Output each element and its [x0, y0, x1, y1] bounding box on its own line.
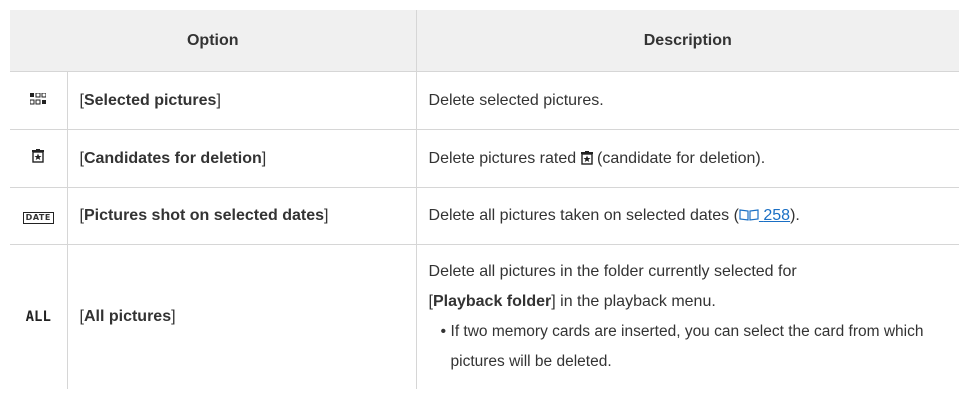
option-name: [Candidates for deletion]	[67, 129, 417, 188]
candidate-for-deletion-icon	[32, 148, 45, 163]
book-icon	[739, 209, 759, 221]
table-row: [Selected pictures] Delete selected pict…	[10, 71, 960, 130]
bullet-icon: •	[440, 323, 447, 340]
option-name: [All pictures]	[67, 244, 417, 389]
option-label: All pictures	[83, 308, 172, 325]
option-name: [Selected pictures]	[67, 71, 417, 130]
header-description: Description	[416, 10, 960, 72]
table-row: DATE [Pictures shot on selected dates] D…	[10, 187, 960, 245]
option-name: [Pictures shot on selected dates]	[67, 187, 417, 245]
table-row: [Candidates for deletion] Delete picture…	[10, 129, 960, 188]
option-description: Delete all pictures in the folder curren…	[416, 245, 959, 390]
selected-pictures-icon	[29, 92, 47, 104]
option-label: Candidates for deletion	[83, 149, 262, 167]
bullet-item: • If two memory cards are inserted, you …	[429, 317, 948, 377]
header-row: Option Description	[10, 10, 960, 72]
option-label: Pictures shot on selected dates	[83, 207, 325, 224]
option-description: Delete all pictures taken on selected da…	[416, 187, 960, 245]
table-row: ALL [All pictures] Delete all pictures i…	[10, 244, 959, 390]
option-icon-cell: ALL	[10, 244, 68, 389]
date-icon: DATE	[22, 212, 54, 224]
header-option: Option	[10, 10, 417, 72]
options-table: Option Description [Selected pictures] D…	[10, 10, 960, 390]
all-icon: ALL	[25, 309, 51, 325]
option-description: Delete selected pictures.	[416, 71, 960, 130]
option-description: Delete pictures rated (candidate for del…	[416, 129, 960, 188]
option-icon-cell	[10, 129, 68, 188]
option-icon-cell	[10, 71, 68, 130]
option-label: Selected pictures	[83, 91, 217, 109]
option-icon-cell: DATE	[10, 187, 68, 245]
page-reference-link[interactable]: 258	[739, 207, 790, 224]
candidate-for-deletion-icon	[580, 150, 593, 165]
